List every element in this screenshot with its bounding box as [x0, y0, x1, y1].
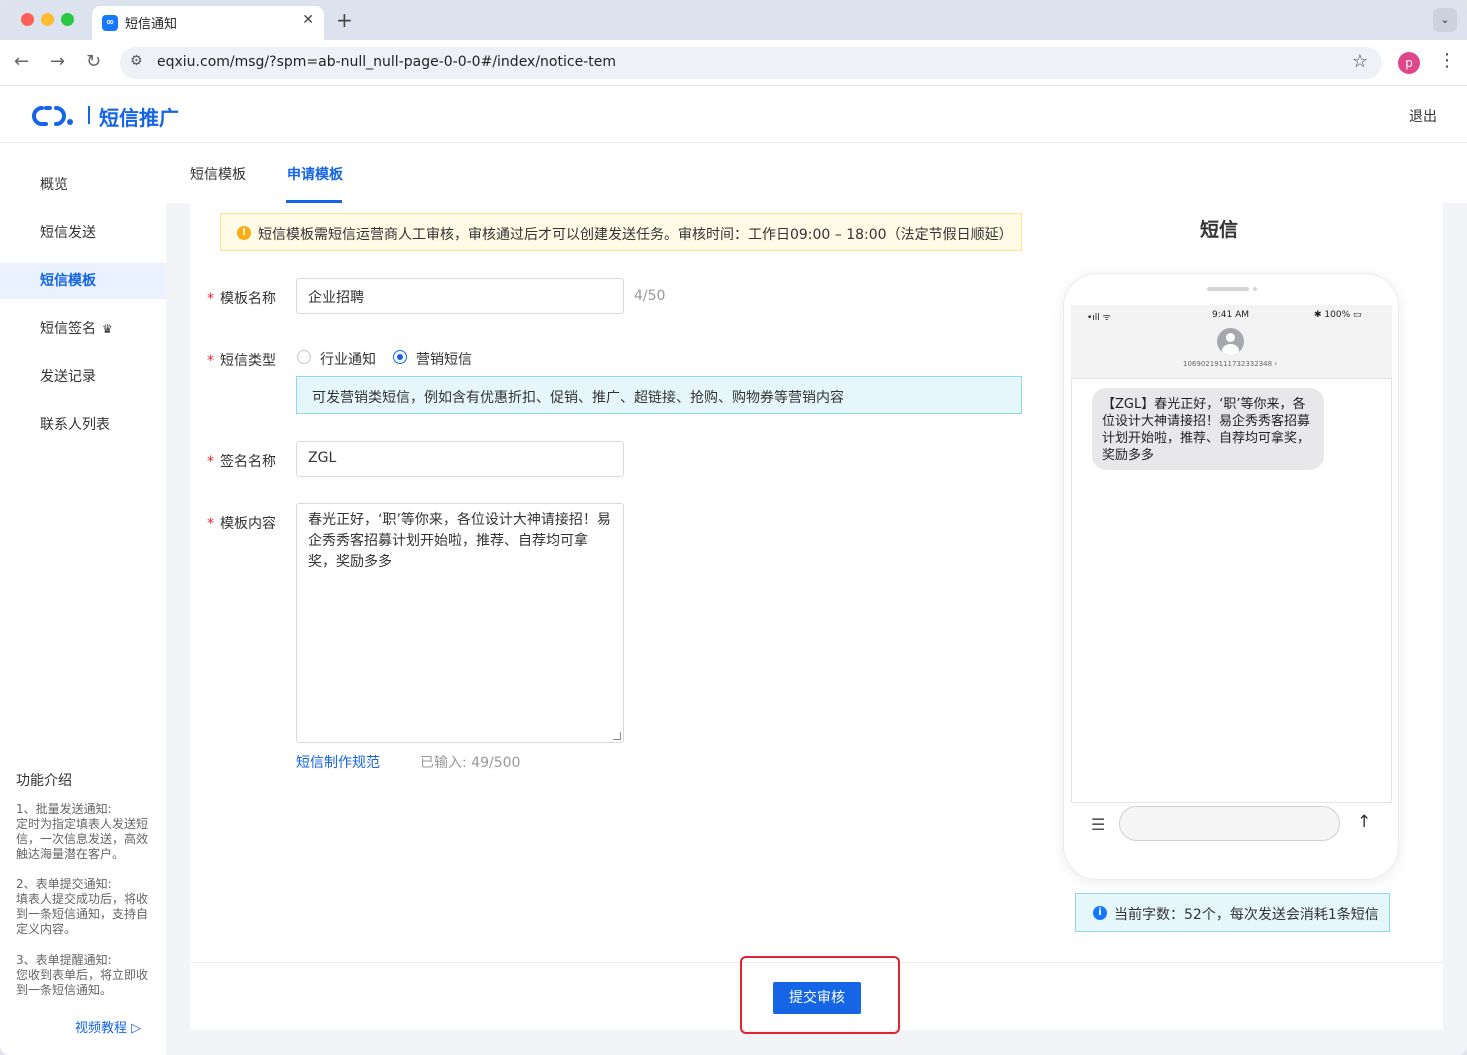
- feature-intro-1: 1、批量发送通知: 定时为指定填表人发送短信，一次信息发送，高效触达海量潜在客户…: [16, 802, 149, 861]
- review-notice-text: 短信模板需短信运营商人工审核，审核通过后才可以创建发送任务。审核时间：工作日09…: [258, 227, 1013, 243]
- template-name-input[interactable]: 企业招聘: [296, 278, 624, 314]
- video-tutorial-label: 视频教程: [75, 1021, 128, 1036]
- sidebar-item-contacts[interactable]: 联系人列表: [0, 407, 166, 443]
- crown-vip-icon: ♛: [102, 322, 113, 336]
- app-header: 短信推广 退出: [0, 87, 1467, 143]
- signature-label: * 签名名称: [207, 454, 276, 470]
- list-icon: ☰: [1091, 815, 1106, 834]
- play-icon: ▷: [131, 1021, 142, 1036]
- send-arrow-icon: ↑: [1357, 812, 1372, 832]
- status-time: 9:41 AM: [1212, 310, 1249, 320]
- bookmark-star-icon[interactable]: ☆: [1352, 51, 1368, 72]
- template-content-label: * 模板内容: [207, 516, 276, 532]
- feature-intro-3: 3、表单提醒通知: 您收到表单后，将立即收到一条短信通知。: [16, 953, 149, 997]
- content-tabs: 短信模板 申请模板: [166, 143, 1467, 203]
- sidebar-item-sms-signature[interactable]: 短信签名 ♛: [0, 311, 166, 347]
- sms-spec-link[interactable]: 短信制作规范: [296, 752, 380, 772]
- sidebar-item-label: 短信签名: [40, 321, 96, 337]
- forward-icon[interactable]: →: [50, 51, 65, 72]
- brand-title: 短信推广: [99, 106, 179, 130]
- content-input-count: 已输入: 49/500: [420, 755, 521, 771]
- tab-menu-chevron-icon[interactable]: ⌄: [1433, 8, 1457, 32]
- phone-speaker: [1207, 287, 1249, 291]
- char-count-info: i 当前字数：52个，每次发送会消耗1条短信: [1075, 893, 1390, 932]
- sms-type-label: * 短信类型: [207, 353, 276, 369]
- highlight-box: [740, 956, 900, 1034]
- signature-input[interactable]: ZGL: [296, 441, 624, 477]
- phone-camera: [1253, 287, 1257, 291]
- sidebar: 概览 短信发送 短信模板 短信签名 ♛ 发送记录 联系人列表 功能介绍 1、批量发…: [0, 143, 166, 1055]
- logout-link[interactable]: 退出: [1409, 106, 1437, 126]
- url-field[interactable]: ⚙ eqxiu.com/msg/?spm=ab-null_null-page-0…: [120, 47, 1382, 79]
- battery-icon: ✱ 100% ▭: [1314, 310, 1362, 320]
- tab-sms-template[interactable]: 短信模板: [190, 164, 246, 184]
- favicon-icon: ∞: [102, 15, 118, 31]
- radio-marketing-sms[interactable]: [393, 350, 407, 364]
- browser-menu-icon[interactable]: ⋮: [1438, 50, 1456, 71]
- sms-bubble: 【ZGL】春光正好，‘职’等你来，各位设计大神请接招！易企秀秀客招募计划开始啦，…: [1092, 388, 1324, 470]
- template-content-text: 春光正好，‘职’等你来，各位设计大神请接招！易企秀秀客招募计划开始啦，推荐、自荐…: [308, 512, 611, 570]
- site-settings-icon[interactable]: ⚙: [130, 53, 143, 69]
- message-input: [1119, 806, 1340, 841]
- sms-type-tip: 可发营销类短信，例如含有优惠折扣、促销、推广、超链接、抢购、购物券等营销内容: [296, 376, 1022, 414]
- sidebar-item-overview[interactable]: 概览: [0, 167, 166, 203]
- logo-separator: [88, 106, 90, 124]
- back-icon[interactable]: ←: [14, 51, 29, 72]
- logo-icon: [32, 106, 73, 126]
- template-name-label: * 模板名称: [207, 291, 276, 307]
- template-name-counter: 4/50: [634, 288, 666, 304]
- tab-apply-template[interactable]: 申请模板: [287, 164, 343, 184]
- char-count-text: 当前字数：52个，每次发送会消耗1条短信: [1114, 907, 1379, 923]
- browser-window: ∞ 短信通知 ✕ + ⌄ ← → ↻ ⚙ eqxiu.com/msg/?spm=…: [0, 0, 1467, 1055]
- radio-industry-notice[interactable]: [297, 350, 311, 364]
- browser-tab[interactable]: ∞ 短信通知 ✕: [92, 6, 324, 40]
- warning-icon: !: [237, 226, 251, 240]
- feature-intro-2: 2、表单提交通知: 填表人提交成功后，将收到一条短信通知，支持自定义内容。: [16, 877, 149, 936]
- url-text: eqxiu.com/msg/?spm=ab-null_null-page-0-0…: [157, 54, 616, 70]
- contact-avatar-icon: [1217, 328, 1244, 355]
- sidebar-item-sms-send[interactable]: 短信发送: [0, 215, 166, 251]
- profile-avatar[interactable]: p: [1398, 52, 1420, 74]
- reload-icon[interactable]: ↻: [86, 51, 101, 72]
- review-notice: ! 短信模板需短信运营商人工审核，审核通过后才可以创建发送任务。审核时间：工作日…: [220, 213, 1022, 251]
- maximize-window-button[interactable]: [61, 13, 74, 26]
- contact-number: 1069021911173​2332348 ›: [1183, 360, 1278, 368]
- address-bar: ← → ↻ ⚙ eqxiu.com/msg/?spm=ab-null_null-…: [0, 40, 1467, 86]
- template-content-textarea[interactable]: 春光正好，‘职’等你来，各位设计大神请接招！易企秀秀客招募计划开始啦，推荐、自荐…: [296, 503, 624, 743]
- new-tab-icon[interactable]: +: [336, 8, 353, 32]
- info-icon: i: [1093, 906, 1107, 920]
- close-window-button[interactable]: [21, 13, 34, 26]
- sidebar-item-sms-template[interactable]: 短信模板: [0, 263, 166, 299]
- minimize-window-button[interactable]: [41, 13, 54, 26]
- sidebar-item-send-records[interactable]: 发送记录: [0, 359, 166, 395]
- signal-wifi-icon: •ıll ᯤ: [1087, 313, 1111, 323]
- close-tab-icon[interactable]: ✕: [302, 12, 314, 28]
- preview-title: 短信: [1200, 219, 1239, 241]
- video-tutorial-link[interactable]: 视频教程 ▷: [75, 1017, 141, 1036]
- feature-intro-title: 功能介绍: [16, 773, 72, 789]
- tab-title: 短信通知: [125, 17, 178, 32]
- radio-marketing-sms-label[interactable]: 营销短信: [416, 349, 472, 369]
- radio-industry-notice-label[interactable]: 行业通知: [320, 349, 376, 369]
- resize-handle[interactable]: [613, 732, 621, 740]
- title-bar: ∞ 短信通知 ✕ + ⌄: [0, 0, 1467, 40]
